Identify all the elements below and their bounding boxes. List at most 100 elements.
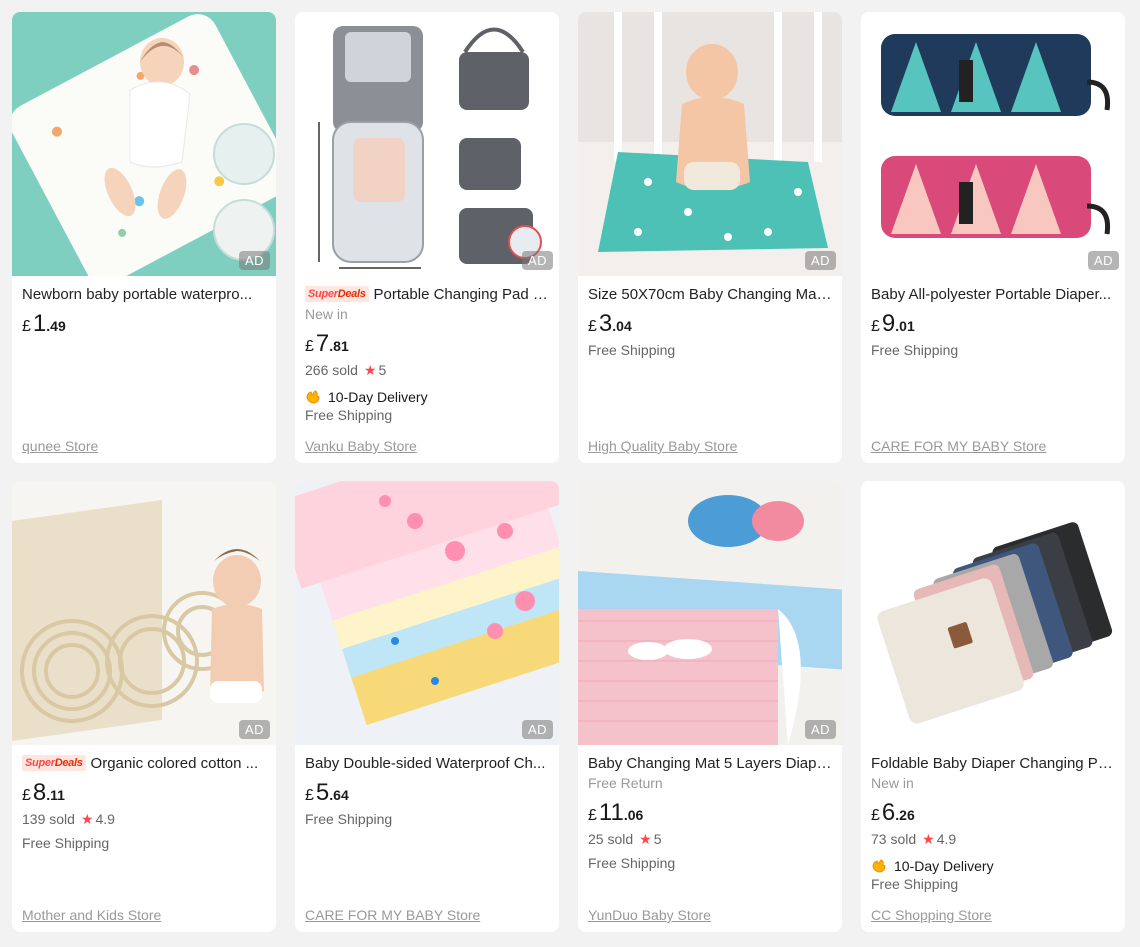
store-link[interactable]: qunee Store	[22, 438, 98, 454]
delivery-text: 10-Day Delivery	[894, 858, 994, 874]
product-card-3[interactable]: AD Size 50X70cm Baby Changing Mat ... £3…	[578, 12, 842, 463]
product-grid: AD Newborn baby portable waterpro... £1.…	[0, 0, 1140, 932]
superdeals-logo: SuperDeals	[305, 286, 369, 302]
price-integer: 5	[315, 779, 330, 806]
product-title[interactable]: SuperDeals Portable Changing Pad f...	[305, 284, 549, 304]
store-link[interactable]: Mother and Kids Store	[22, 907, 161, 923]
sold-count: 139 sold	[22, 811, 75, 827]
ad-badge: AD	[804, 251, 836, 270]
delivery-hand-icon	[306, 390, 320, 404]
price-integer: 7	[315, 330, 330, 357]
sold-and-rating: 73 sold ★ 4.9	[871, 831, 1115, 849]
sold-and-rating: 266 sold ★ 5	[305, 362, 549, 380]
price-currency: £	[588, 807, 597, 824]
delivery-text: 10-Day Delivery	[328, 389, 428, 405]
product-info: Baby All-polyester Portable Diaper... £9…	[861, 276, 1125, 360]
price-currency: £	[588, 318, 597, 335]
rating-value: 5	[378, 362, 387, 378]
price-integer: 11	[598, 799, 624, 826]
price-integer: 9	[881, 310, 896, 337]
store-link[interactable]: CARE FOR MY BABY Store	[871, 438, 1046, 454]
product-info: Foldable Baby Diaper Changing Pa... New …	[861, 745, 1125, 894]
product-photo	[295, 12, 559, 276]
price-integer: 1	[32, 310, 47, 337]
free-shipping: Free Shipping	[588, 342, 676, 358]
product-image[interactable]: AD	[12, 481, 276, 745]
product-title-text: Baby Double-sided Waterproof Ch...	[305, 754, 546, 772]
price-currency: £	[305, 338, 314, 355]
product-photo	[12, 481, 276, 745]
product-info: Newborn baby portable waterpro... £1.49	[12, 276, 276, 338]
price-currency: £	[22, 318, 31, 335]
product-tag: Free Return	[588, 775, 663, 791]
free-shipping: Free Shipping	[588, 855, 676, 871]
product-title-text: Organic colored cotton ...	[90, 754, 259, 772]
price-decimal: .49	[46, 318, 66, 334]
price-decimal: .81	[329, 338, 349, 354]
price-integer: 8	[32, 779, 47, 806]
product-image[interactable]: AD	[12, 12, 276, 276]
ad-badge: AD	[238, 720, 270, 739]
free-shipping: Free Shipping	[305, 407, 393, 423]
product-card-1[interactable]: AD Newborn baby portable waterpro... £1.…	[12, 12, 276, 463]
product-image[interactable]: AD	[578, 12, 842, 276]
product-title[interactable]: Size 50X70cm Baby Changing Mat ...	[588, 284, 832, 304]
product-photo	[12, 12, 276, 276]
star-icon: ★	[363, 362, 377, 378]
product-title[interactable]: Baby All-polyester Portable Diaper...	[871, 284, 1115, 304]
product-card-2[interactable]: AD SuperDeals Portable Changing Pad f...…	[295, 12, 559, 463]
product-info: Baby Double-sided Waterproof Ch... £5.64…	[295, 745, 559, 829]
free-shipping: Free Shipping	[871, 342, 959, 358]
product-title-text: Size 50X70cm Baby Changing Mat ...	[588, 285, 832, 303]
store-link[interactable]: CC Shopping Store	[871, 907, 992, 923]
product-info: Size 50X70cm Baby Changing Mat ... £3.04…	[578, 276, 842, 360]
product-card-7[interactable]: AD Baby Changing Mat 5 Layers Diape... F…	[578, 481, 842, 932]
product-image[interactable]: AD	[861, 12, 1125, 276]
product-photo	[861, 12, 1125, 276]
price-decimal: .04	[612, 318, 632, 334]
product-card-4[interactable]: AD Baby All-polyester Portable Diaper...…	[861, 12, 1125, 463]
price-decimal: .06	[623, 807, 644, 823]
free-shipping: Free Shipping	[305, 811, 393, 827]
price-decimal: .26	[895, 807, 915, 823]
star-icon: ★	[80, 811, 94, 827]
product-info: Baby Changing Mat 5 Layers Diape... Free…	[578, 745, 842, 873]
product-image[interactable]: AD	[295, 481, 559, 745]
free-shipping: Free Shipping	[22, 835, 110, 851]
product-title[interactable]: Baby Double-sided Waterproof Ch...	[305, 753, 549, 773]
product-price: £1.49	[22, 310, 266, 337]
rating-value: 4.9	[95, 811, 115, 827]
product-photo	[578, 481, 842, 745]
product-image[interactable]: AD	[295, 12, 559, 276]
product-price: £8.11	[22, 779, 266, 806]
product-title[interactable]: Baby Changing Mat 5 Layers Diape...	[588, 753, 832, 773]
delivery-hand-icon	[872, 859, 886, 873]
product-price: £5.64	[305, 779, 549, 806]
product-title-text: Baby Changing Mat 5 Layers Diape...	[588, 754, 832, 772]
rating-value: 5	[653, 831, 662, 847]
store-link[interactable]: YunDuo Baby Store	[588, 907, 711, 923]
product-card-6[interactable]: AD Baby Double-sided Waterproof Ch... £5…	[295, 481, 559, 932]
store-link[interactable]: Vanku Baby Store	[305, 438, 417, 454]
store-link[interactable]: High Quality Baby Store	[588, 438, 737, 454]
ad-badge: AD	[804, 720, 836, 739]
product-price: £11.06	[588, 799, 832, 826]
product-title-text: Foldable Baby Diaper Changing Pa...	[871, 754, 1115, 772]
price-integer: 3	[598, 310, 613, 337]
product-card-8[interactable]: Foldable Baby Diaper Changing Pa... New …	[861, 481, 1125, 932]
price-currency: £	[22, 787, 31, 804]
product-title[interactable]: Foldable Baby Diaper Changing Pa...	[871, 753, 1115, 773]
delivery-row: 10-Day Delivery	[871, 857, 1115, 875]
ad-badge: AD	[521, 720, 553, 739]
store-link[interactable]: CARE FOR MY BABY Store	[305, 907, 480, 923]
product-title[interactable]: Newborn baby portable waterpro...	[22, 284, 266, 304]
product-title-text: Baby All-polyester Portable Diaper...	[871, 285, 1112, 303]
product-image[interactable]: AD	[578, 481, 842, 745]
product-tag: New in	[871, 775, 914, 791]
ad-badge: AD	[521, 251, 553, 270]
product-title[interactable]: SuperDeals Organic colored cotton ...	[22, 753, 266, 773]
star-icon: ★	[922, 831, 935, 847]
price-decimal: .64	[329, 787, 349, 803]
product-card-5[interactable]: AD SuperDeals Organic colored cotton ...…	[12, 481, 276, 932]
product-image[interactable]	[861, 481, 1125, 745]
